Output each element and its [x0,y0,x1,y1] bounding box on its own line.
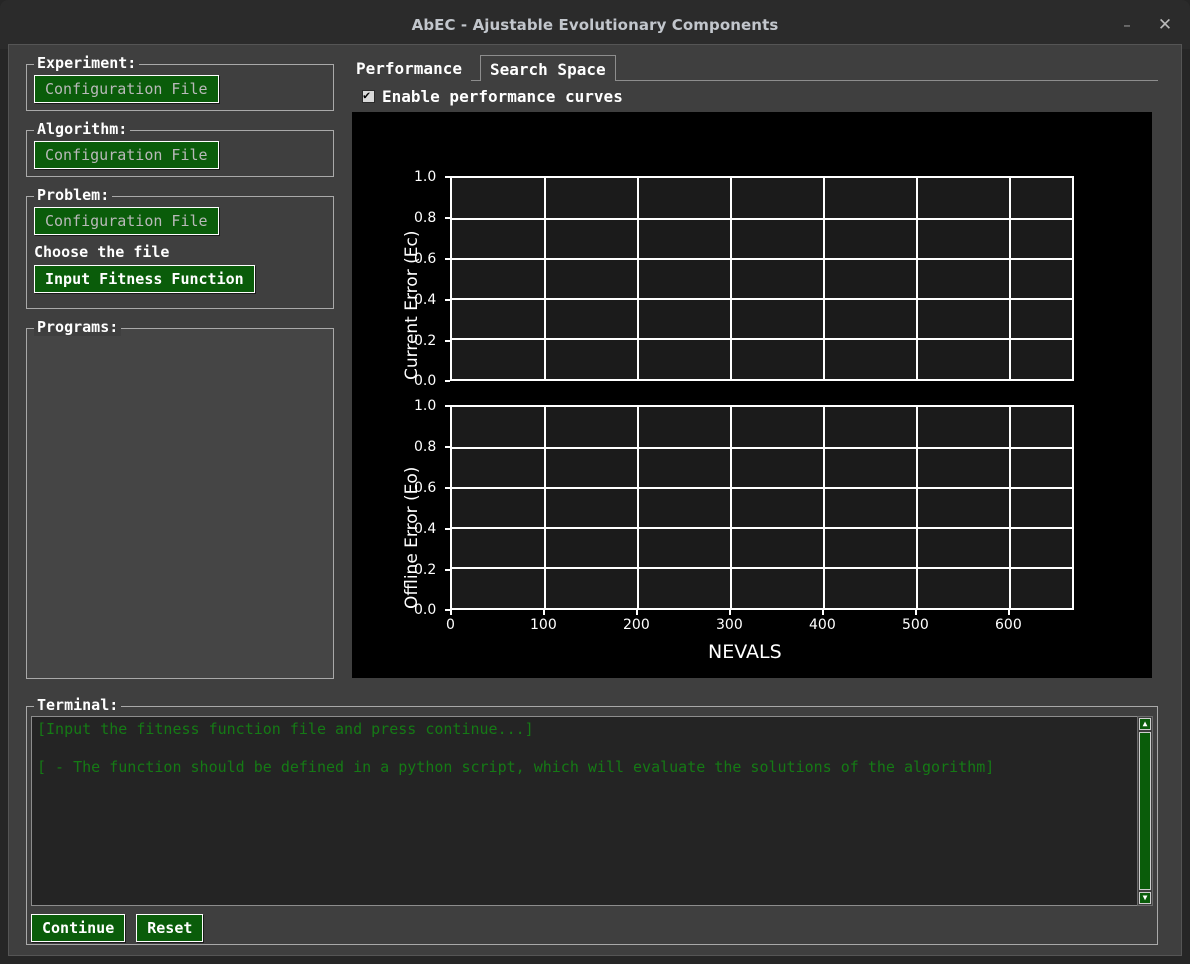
gridline-h [452,527,1072,529]
group-experiment: Experiment: Configuration File [26,55,334,111]
xtick-label: 600 [995,617,1022,633]
xtick-label: 300 [716,617,743,633]
terminal-output[interactable]: [Input the fitness function file and pre… [31,716,1139,906]
gridline-v [637,178,639,379]
window-title: AbEC - Ajustable Evolutionary Components [411,15,779,34]
gridline-h [452,487,1072,489]
group-algorithm: Algorithm: Configuration File [26,121,334,177]
enable-performance-curves-label: Enable performance curves [382,87,623,106]
enable-performance-curves-row[interactable]: Enable performance curves [362,87,623,106]
ytick [445,487,450,489]
close-icon[interactable]: ✕ [1150,10,1180,40]
algorithm-configuration-file-button[interactable]: Configuration File [34,141,219,169]
ytick-label: 1.0 [414,398,437,414]
reset-button[interactable]: Reset [136,914,204,942]
group-experiment-title: Experiment: [34,55,140,72]
main-frame: Experiment: Configuration File Algorithm… [8,44,1182,956]
chart-current-error-ylabel: Current Error (Ec) [402,230,422,380]
gridline-v [823,178,825,379]
continue-button[interactable]: Continue [31,914,126,942]
terminal-scrollbar[interactable]: ▲ ▼ [1137,716,1153,906]
ytick [445,528,450,530]
window-controls: – ✕ [1112,0,1180,49]
xtick [822,610,824,615]
action-buttons: Continue Reset [31,914,204,942]
tab-performance[interactable]: Performance [346,55,471,81]
group-problem: Problem: Configuration File Choose the f… [26,187,334,309]
tab-strip: Performance Search Space [346,55,1158,81]
gridline-h [452,447,1072,449]
gridline-v [1009,407,1011,608]
group-terminal: Terminal: [Input the fitness function fi… [26,697,1158,945]
ytick [445,176,450,178]
tab-search-space[interactable]: Search Space [480,55,616,81]
xtick [543,610,545,615]
xtick-label: 500 [902,617,929,633]
xtick [729,610,731,615]
gridline-h [452,298,1072,300]
gridline-v [544,178,546,379]
gridline-h [452,258,1072,260]
problem-configuration-file-button[interactable]: Configuration File [34,207,219,235]
group-programs-title: Programs: [34,319,122,336]
title-bar: AbEC - Ajustable Evolutionary Components… [0,0,1190,49]
xtick-label: 100 [530,617,557,633]
chart-current-error-plotarea [450,176,1074,381]
ytick-label: 0.8 [414,439,437,455]
ytick-label: 0.8 [414,210,437,226]
xtick-label: 0 [446,617,455,633]
notebook: Performance Search Space Enable performa… [346,55,1158,689]
ytick [445,299,450,301]
ytick [445,217,450,219]
gridline-v [916,178,918,379]
scroll-up-icon[interactable]: ▲ [1139,718,1151,730]
xtick-label: 400 [809,617,836,633]
chart-offline-error-plotarea [450,405,1074,610]
gridline-h [452,218,1072,220]
experiment-configuration-file-button[interactable]: Configuration File [34,75,219,103]
ytick [445,340,450,342]
xtick [915,610,917,615]
gridline-v [544,407,546,608]
programs-list[interactable] [27,329,333,678]
performance-figure: 1.0 0.8 0.6 0.4 0.2 0.0 Current Error (E… [352,112,1152,678]
ytick [445,446,450,448]
chart-offline-error-ylabel: Offline Error (Eo) [402,466,422,609]
gridline-v [730,407,732,608]
input-fitness-function-button[interactable]: Input Fitness Function [34,265,255,293]
group-problem-title: Problem: [34,187,113,204]
enable-performance-curves-checkbox[interactable] [362,88,375,103]
xtick [636,610,638,615]
gridline-v [637,407,639,608]
group-programs: Programs: [26,319,334,679]
ytick [445,405,450,407]
choose-file-label: Choose the file [34,243,170,261]
group-terminal-title: Terminal: [34,697,122,714]
scrollbar-thumb[interactable] [1139,732,1151,890]
gridline-v [916,407,918,608]
xtick [450,610,452,615]
gridline-h [452,567,1072,569]
ytick [445,569,450,571]
gridline-v [1009,178,1011,379]
group-algorithm-title: Algorithm: [34,121,131,138]
ytick-label: 1.0 [414,169,437,185]
app-window: AbEC - Ajustable Evolutionary Components… [0,0,1190,964]
terminal-text: [Input the fitness function file and pre… [37,720,995,776]
xtick-label: 200 [623,617,650,633]
gridline-v [730,178,732,379]
xtick [1008,610,1010,615]
minimize-icon[interactable]: – [1112,10,1142,40]
gridline-h [452,338,1072,340]
scroll-down-icon[interactable]: ▼ [1139,892,1151,904]
gridline-v [823,407,825,608]
ytick [445,380,450,382]
ytick [445,258,450,260]
chart-xlabel-nevals: NEVALS [708,641,782,663]
tab-page-performance: Enable performance curves [346,81,1158,689]
